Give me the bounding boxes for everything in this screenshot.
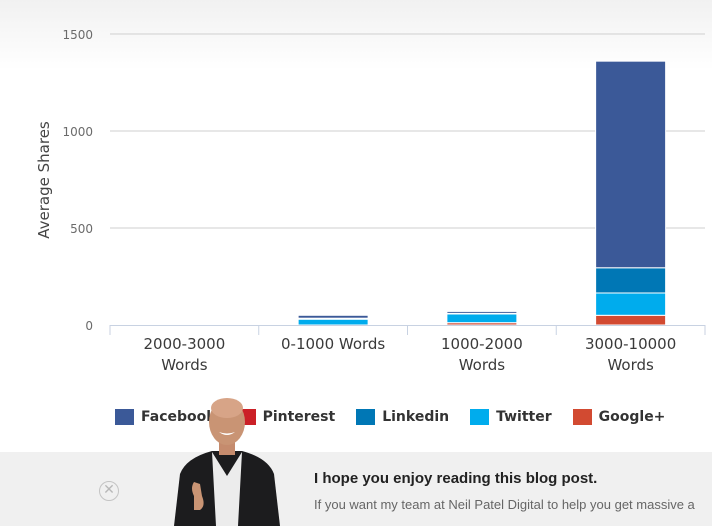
bar-segment-facebook[interactable] <box>595 60 667 269</box>
y-tick-label: 1000 <box>62 125 93 139</box>
bar-segment-twitter[interactable] <box>595 292 667 316</box>
x-tick-label: Words <box>459 356 506 374</box>
x-tick-label: 2000-3000 <box>143 335 225 353</box>
banner-title: I hope you enjoy reading this blog post. <box>314 470 598 487</box>
bar-segment-facebook[interactable] <box>446 310 518 314</box>
bar-segment-google[interactable] <box>595 314 667 326</box>
x-tick-label: 0-1000 Words <box>281 335 385 353</box>
y-tick-label: 0 <box>85 319 93 333</box>
legend-label: Twitter <box>496 409 552 425</box>
legend-label: Linkedin <box>382 409 450 425</box>
legend-item-google[interactable]: Google+ <box>572 409 666 425</box>
bar-segment-linkedin[interactable] <box>595 267 667 294</box>
bar-segment-twitter[interactable] <box>297 318 369 326</box>
legend-swatch <box>115 409 134 425</box>
author-photo <box>174 398 280 526</box>
banner-text: If you want my team at Neil Patel Digita… <box>314 497 695 512</box>
legend-swatch <box>470 409 490 425</box>
y-tick-label: 500 <box>70 222 93 236</box>
legend-label: Google+ <box>598 409 666 425</box>
x-tick-label: Words <box>607 356 654 374</box>
bar-segment-facebook[interactable] <box>297 314 369 319</box>
x-tick-label: Words <box>161 356 208 374</box>
legend-item-twitter[interactable]: Twitter <box>470 409 552 425</box>
bar-segment-twitter[interactable] <box>446 313 518 324</box>
y-tick-label: 1500 <box>62 28 93 42</box>
x-tick-label: 3000-10000 <box>585 335 676 353</box>
legend-swatch <box>572 409 592 425</box>
stacked-bar-chart: 0 500 1000 1500 Average Shares 2000-3000 Wor… <box>35 28 706 374</box>
legend-swatch <box>356 409 376 425</box>
y-axis-label: Average Shares <box>35 121 53 239</box>
close-icon[interactable]: ✕ <box>99 481 119 501</box>
x-tick-label: 1000-2000 <box>441 335 523 353</box>
legend-item-linkedin[interactable]: Linkedin <box>356 409 449 425</box>
